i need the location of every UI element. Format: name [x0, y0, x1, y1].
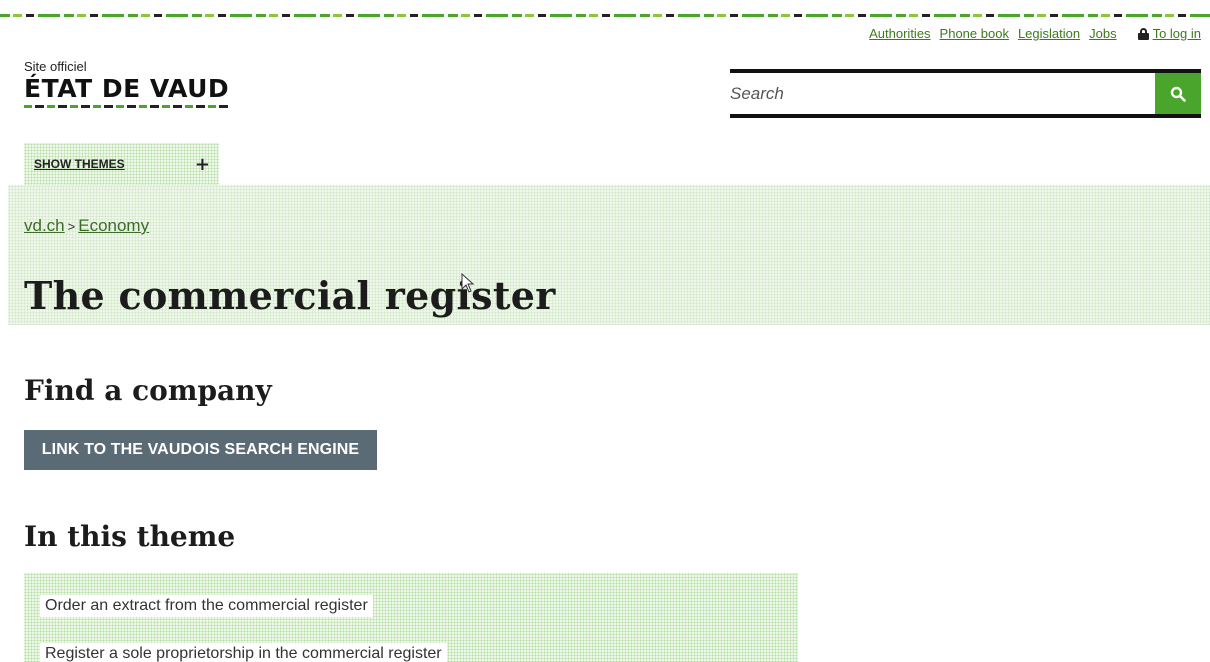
plus-icon: + [194, 153, 210, 175]
search-icon [1170, 86, 1186, 102]
utility-nav: Authorities Phone book Legislation Jobs … [869, 26, 1201, 41]
breadcrumb: vd.ch > Economy [24, 216, 149, 236]
logo-underline [24, 105, 228, 108]
search-button[interactable] [1155, 73, 1201, 114]
login-link-group[interactable]: To log in [1137, 26, 1201, 41]
in-this-theme-heading: In this theme [24, 520, 236, 553]
theme-link-register-sole-proprietorship[interactable]: Register a sole proprietorship in the co… [40, 643, 447, 662]
site-logo[interactable]: Site officiel ÉTAT DE VAUD [24, 59, 229, 108]
theme-links-list: Order an extract from the commercial reg… [24, 573, 798, 662]
utility-link-phone-book[interactable]: Phone book [940, 26, 1009, 41]
search-bar [730, 69, 1201, 118]
lock-icon [1137, 27, 1149, 40]
page-title: The commercial register [24, 273, 556, 318]
vaudois-search-engine-button[interactable]: LINK TO THE VAUDOIS SEARCH ENGINE [24, 430, 377, 470]
breadcrumb-home[interactable]: vd.ch [24, 216, 65, 235]
breadcrumb-economy[interactable]: Economy [78, 216, 149, 235]
utility-link-authorities[interactable]: Authorities [869, 26, 930, 41]
top-decorative-stripe [0, 14, 1210, 17]
utility-link-legislation[interactable]: Legislation [1018, 26, 1080, 41]
search-input[interactable] [730, 73, 1155, 114]
login-link[interactable]: To log in [1153, 26, 1201, 41]
utility-link-jobs[interactable]: Jobs [1089, 26, 1116, 41]
find-company-heading: Find a company [24, 374, 272, 407]
theme-link-order-extract[interactable]: Order an extract from the commercial reg… [40, 595, 373, 617]
breadcrumb-separator: > [67, 219, 76, 234]
show-themes-label: SHOW THEMES [34, 157, 125, 171]
show-themes-toggle[interactable]: SHOW THEMES + [24, 143, 219, 185]
logo-subtitle: Site officiel [24, 59, 87, 74]
page-header: vd.ch > Economy The commercial register [8, 185, 1210, 325]
logo-title: ÉTAT DE VAUD [24, 74, 230, 103]
mouse-pointer-icon [461, 273, 475, 293]
